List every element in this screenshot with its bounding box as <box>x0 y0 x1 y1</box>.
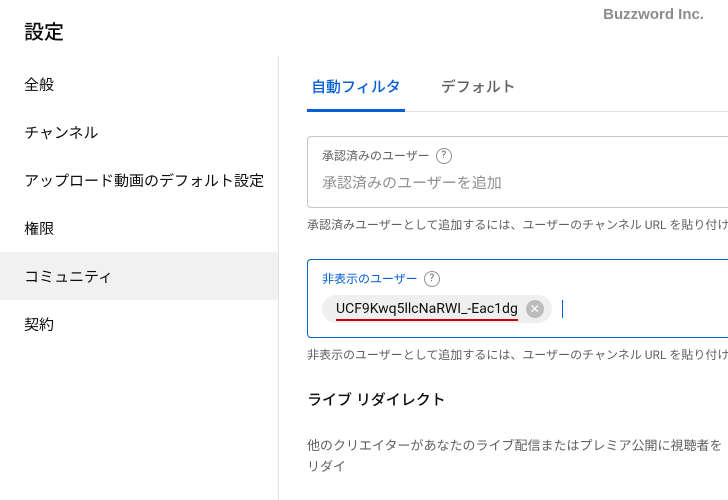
help-icon[interactable]: ? <box>424 271 440 287</box>
approved-users-field[interactable]: 承認済みのユーザー ? 承認済みのユーザーを追加 <box>307 136 728 208</box>
sidebar-item-permissions[interactable]: 権限 <box>0 204 278 252</box>
live-redirect-body: 他のクリエイターがあなたのライブ配信またはプレミア公開に視聴者をリダイ ブ リダ… <box>307 416 728 500</box>
sidebar-item-label: アップロード動画のデフォルト設定 <box>24 170 264 191</box>
sidebar-item-upload-defaults[interactable]: アップロード動画のデフォルト設定 <box>0 156 278 204</box>
approved-users-helper: 承認済みユーザーとして追加するには、ユーザーのチャンネル URL を貼り付け <box>307 216 728 233</box>
sidebar-item-community[interactable]: コミュニティ <box>0 252 278 300</box>
spellcheck-underline <box>336 319 518 321</box>
sidebar-item-agreements[interactable]: 契約 <box>0 300 278 348</box>
watermark: Buzzword Inc. <box>603 6 704 23</box>
sidebar-item-label: 権限 <box>24 218 54 239</box>
hidden-users-field[interactable]: 非表示のユーザー ? UCF9Kwq5llcNaRWI_-Eac1dg ✕ <box>307 259 728 338</box>
approved-users-label: 承認済みのユーザー ? <box>322 147 452 164</box>
body-line: 他のクリエイターがあなたのライブ配信またはプレミア公開に視聴者をリダイ <box>307 439 722 475</box>
settings-sidebar: 全般 チャンネル アップロード動画のデフォルト設定 権限 コミュニティ 契約 <box>0 56 279 500</box>
chip-value: UCF9Kwq5llcNaRWI_-Eac1dg <box>336 301 518 317</box>
field-label-text: 非表示のユーザー <box>322 270 418 287</box>
sidebar-item-channel[interactable]: チャンネル <box>0 108 278 156</box>
approved-users-placeholder: 承認済みのユーザーを追加 <box>322 172 714 193</box>
chip-row: UCF9Kwq5llcNaRWI_-Eac1dg ✕ <box>322 295 714 323</box>
live-redirect-title: ライブ リダイレクト <box>307 389 728 410</box>
sidebar-item-label: チャンネル <box>24 122 99 143</box>
main-panel: 自動フィルタ デフォルト 承認済みのユーザー ? 承認済みのユーザーを追加 承認… <box>279 56 728 500</box>
help-icon[interactable]: ? <box>436 148 452 164</box>
sidebar-item-label: コミュニティ <box>24 266 113 287</box>
field-label-text: 承認済みのユーザー <box>322 147 430 164</box>
chip-remove-icon[interactable]: ✕ <box>526 300 544 318</box>
tabs: 自動フィルタ デフォルト <box>307 76 728 112</box>
user-chip[interactable]: UCF9Kwq5llcNaRWI_-Eac1dg ✕ <box>322 295 552 323</box>
tab-default[interactable]: デフォルト <box>437 76 520 111</box>
sidebar-item-label: 契約 <box>24 314 54 335</box>
chip-text: UCF9Kwq5llcNaRWI_-Eac1dg <box>336 301 518 317</box>
hidden-users-helper: 非表示のユーザーとして追加するには、ユーザーのチャンネル URL を貼り付け <box>307 346 728 363</box>
hidden-users-label: 非表示のユーザー ? <box>322 270 440 287</box>
page-title: 設定 <box>24 16 704 45</box>
tab-auto-filter[interactable]: 自動フィルタ <box>307 76 405 111</box>
text-cursor <box>562 300 563 318</box>
sidebar-item-general[interactable]: 全般 <box>0 60 278 108</box>
sidebar-item-label: 全般 <box>24 74 54 95</box>
